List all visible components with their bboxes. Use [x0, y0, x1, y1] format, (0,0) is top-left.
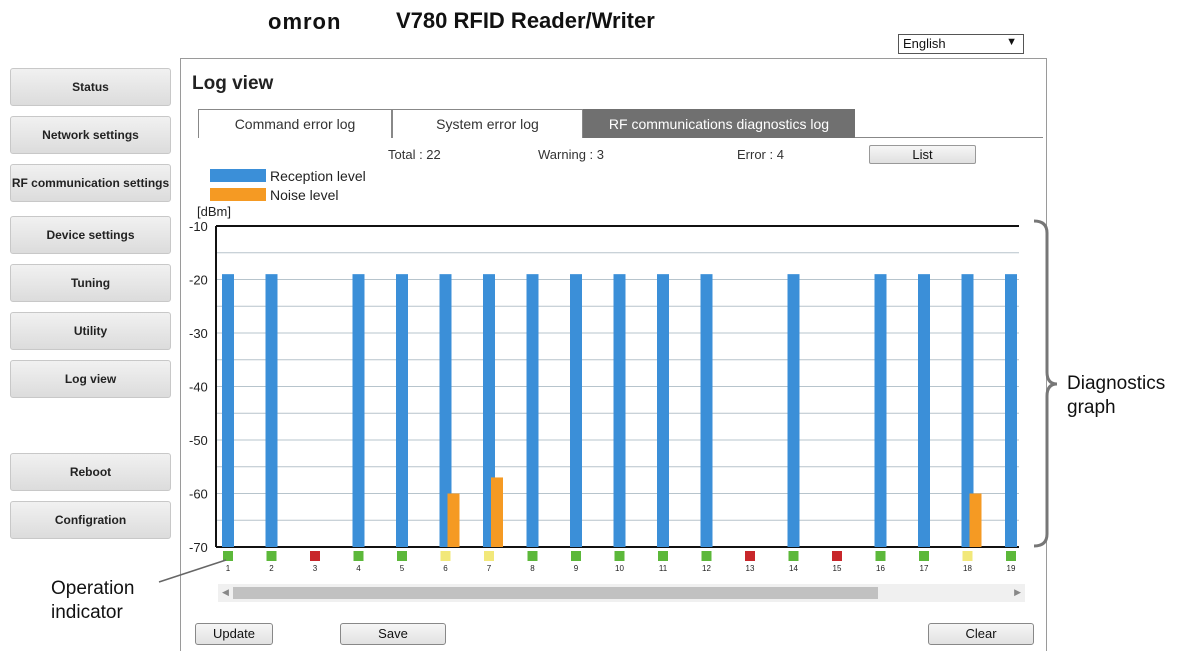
- operation-indicator-callout: Operation indicator: [51, 578, 135, 623]
- annotation-overlay: [158, 219, 1058, 583]
- diagnostics-graph-bracket: [1033, 219, 1058, 548]
- diagnostics-graph-callout: Diagnostics graph: [1067, 373, 1166, 418]
- operation-indicator-pointer: [158, 559, 227, 583]
